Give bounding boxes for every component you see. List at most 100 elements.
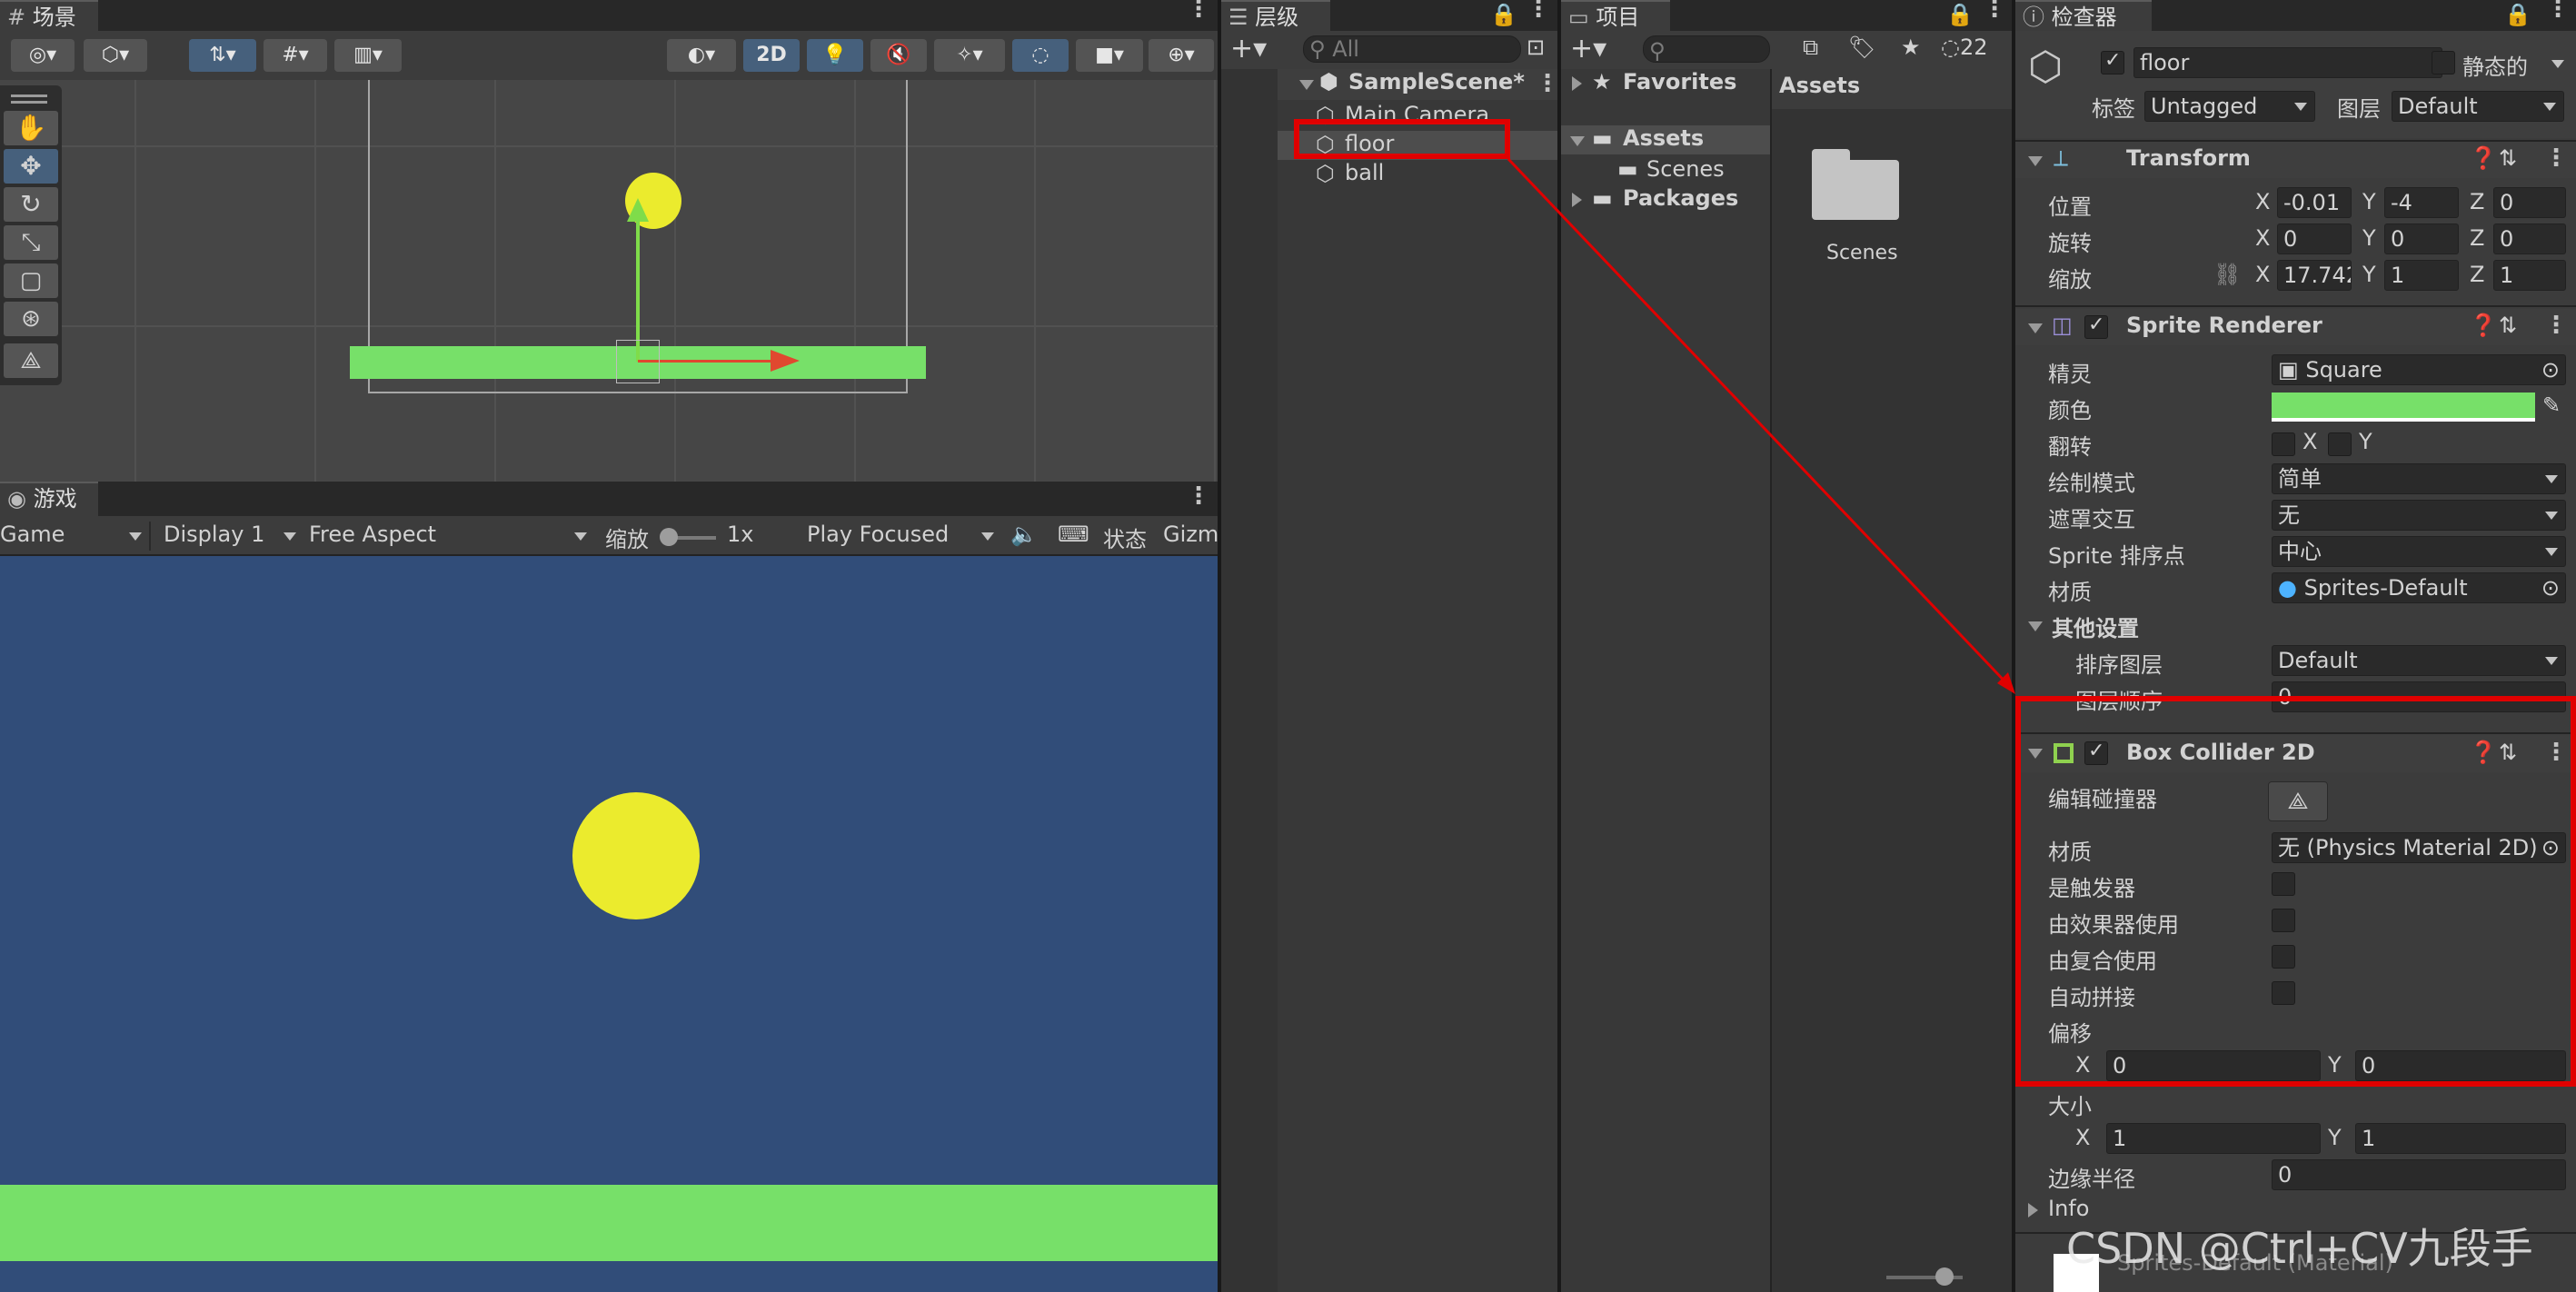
object-picker-icon[interactable]: ⊙ — [2541, 573, 2560, 602]
stats-button[interactable]: 状态 — [1103, 522, 1147, 553]
favorite-star-icon[interactable]: ★ — [1901, 35, 1921, 60]
object-name-input[interactable]: floor — [2133, 47, 2442, 78]
tab-inspector[interactable]: ⓘ 检查器 — [2015, 0, 2152, 31]
tag-dropdown[interactable]: Untagged — [2144, 91, 2315, 122]
scale-slider[interactable] — [660, 528, 716, 546]
help-icon[interactable]: ❓ — [2470, 313, 2497, 338]
sorting-layer-dropdown[interactable]: Default — [2272, 645, 2566, 676]
tab-hierarchy[interactable]: ☰ 层级 — [1221, 0, 1330, 31]
effects-button[interactable]: ✧▾ — [934, 39, 1005, 72]
tools-handle[interactable] — [11, 94, 47, 104]
scale-tool-icon[interactable]: ⤡ — [4, 225, 58, 260]
collapse-icon[interactable] — [1572, 193, 1582, 207]
expand-icon[interactable] — [1570, 136, 1585, 146]
expand-icon[interactable] — [2028, 621, 2043, 631]
transform-header[interactable]: ⟂ Transform ❓ ⇅ ⋮ — [2015, 142, 2576, 178]
mode-2d-button[interactable]: 2D — [743, 39, 800, 72]
keyboard-icon[interactable]: ⌨ — [1058, 522, 1089, 547]
rect-tool-icon[interactable]: ▢ — [4, 263, 58, 298]
layer-dropdown[interactable]: Default — [2392, 91, 2564, 122]
play-mode-dropdown[interactable]: Play Focused — [807, 522, 998, 547]
lighting-icon[interactable]: 💡 — [807, 39, 863, 72]
camera-button[interactable]: ■▾ — [1076, 39, 1143, 72]
draw-mode-button[interactable]: ◎▾ — [11, 39, 75, 72]
flip-y-checkbox[interactable] — [2328, 432, 2352, 456]
position-z-field[interactable]: 0 — [2493, 187, 2566, 218]
search-options-icon[interactable]: ⊡ — [1527, 35, 1545, 60]
edge-radius-field[interactable]: 0 — [2272, 1159, 2566, 1190]
mute-audio-icon[interactable]: 🔈 — [1010, 522, 1038, 547]
gameobject-cube-icon[interactable]: ⬡ — [2028, 44, 2063, 90]
sprite-renderer-enabled-checkbox[interactable] — [2084, 313, 2108, 339]
grid-snap-button[interactable]: #▾ — [264, 39, 327, 72]
size-x-field[interactable]: 1 — [2106, 1123, 2321, 1154]
move-gizmo-y-axis[interactable] — [636, 207, 640, 362]
help-icon[interactable]: ❓ — [2470, 145, 2497, 171]
tab-game[interactable]: ◉ 游戏 — [0, 482, 98, 516]
search-by-type-icon[interactable]: ⧉ — [1803, 35, 1818, 60]
expand-icon[interactable] — [2028, 323, 2043, 333]
scale-z-field[interactable]: 1 — [2493, 260, 2566, 291]
rotation-z-field[interactable]: 0 — [2493, 224, 2566, 254]
display-dropdown[interactable]: Display 1 — [164, 522, 300, 547]
lock-icon[interactable]: 🔒 — [2504, 2, 2531, 27]
mask-interaction-dropdown[interactable]: 无 — [2272, 500, 2566, 531]
collapse-icon[interactable] — [2028, 1203, 2038, 1217]
pivot-button[interactable]: ⇅▾ — [189, 39, 256, 72]
breadcrumb-assets[interactable]: Assets — [1779, 73, 1860, 98]
rotate-tool-icon[interactable]: ↻ — [4, 187, 58, 222]
increment-snap-button[interactable]: ▥▾ — [334, 39, 402, 72]
zoom-slider[interactable] — [1886, 1267, 1963, 1286]
static-checkbox[interactable] — [2432, 51, 2455, 75]
tree-packages[interactable]: Packages — [1623, 185, 1738, 211]
aspect-dropdown[interactable]: Free Aspect — [309, 522, 591, 547]
hierarchy-more-icon[interactable]: ⋮ — [1527, 0, 1550, 21]
gizmos-button[interactable]: Gizm — [1163, 522, 1218, 547]
scene-more-icon[interactable]: ⋮ — [1536, 72, 1557, 95]
game-viewport[interactable] — [0, 558, 1218, 1292]
create-asset-button[interactable]: +▾ — [1570, 33, 1606, 65]
move-tool-icon[interactable]: ✥ — [4, 149, 58, 184]
scale-y-field[interactable]: 1 — [2384, 260, 2459, 291]
active-checkbox[interactable] — [2101, 49, 2124, 75]
scale-x-field[interactable]: 17.742 — [2277, 260, 2352, 291]
rotation-x-field[interactable]: 0 — [2277, 224, 2352, 254]
draw-mode-dropdown[interactable]: 简单 — [2272, 463, 2566, 494]
sprite-renderer-header[interactable]: ◫ Sprite Renderer ❓ ⇅ ⋮ — [2015, 309, 2576, 345]
presets-icon[interactable]: ⇅ — [2499, 145, 2517, 171]
move-gizmo-x-arrow-icon[interactable] — [771, 350, 800, 372]
component-more-icon[interactable]: ⋮ — [2544, 313, 2568, 337]
scene-more-icon[interactable]: ⋮ — [1187, 0, 1210, 21]
object-picker-icon[interactable]: ⊙ — [2541, 355, 2560, 384]
hierarchy-item[interactable]: ⬡ ball — [1278, 160, 1557, 189]
eyedropper-icon[interactable]: ✎ — [2542, 393, 2561, 418]
project-more-icon[interactable]: ⋮ — [1983, 0, 2006, 21]
asset-folder-label[interactable]: Scenes — [1826, 242, 1898, 264]
tree-scenes[interactable]: Scenes — [1646, 156, 1725, 182]
game-more-icon[interactable]: ⋮ — [1187, 484, 1210, 508]
add-object-button[interactable]: +▾ — [1230, 33, 1267, 65]
other-settings-foldout[interactable]: 其他设置 — [2052, 611, 2139, 642]
transform-tool-icon[interactable]: ⊛ — [4, 302, 58, 336]
project-search-input[interactable]: ⚲ — [1643, 35, 1770, 63]
move-gizmo-center[interactable] — [616, 340, 660, 383]
render-mode-button[interactable]: ⬡▾ — [84, 39, 147, 72]
scale-slider-handle[interactable] — [660, 528, 678, 546]
tree-favorites[interactable]: Favorites — [1623, 69, 1736, 94]
position-x-field[interactable]: -0.01 — [2277, 187, 2352, 218]
hidden-packages-icon[interactable]: ◌22 — [1941, 35, 1988, 60]
scene-viewport[interactable] — [0, 80, 1218, 482]
audio-icon[interactable]: 🔇 — [870, 39, 927, 72]
move-gizmo-y-arrow-icon[interactable] — [627, 198, 649, 222]
scene-visibility-icon[interactable]: ◌ — [1012, 39, 1069, 72]
expand-icon[interactable] — [2028, 156, 2043, 166]
flip-x-checkbox[interactable] — [2272, 432, 2295, 456]
tab-project[interactable]: ▭ 项目 — [1561, 0, 1670, 31]
hierarchy-scene-row[interactable]: ⬢ SampleScene* ⋮ — [1278, 69, 1557, 100]
color-swatch[interactable] — [2272, 393, 2535, 422]
material-field[interactable]: ● Sprites-Default ⊙ — [2272, 572, 2566, 603]
shading-button[interactable]: ◐▾ — [667, 39, 736, 72]
search-by-label-icon[interactable]: 🏷 — [1848, 35, 1875, 60]
position-y-field[interactable]: -4 — [2384, 187, 2459, 218]
zoom-slider-handle[interactable] — [1935, 1267, 1954, 1286]
